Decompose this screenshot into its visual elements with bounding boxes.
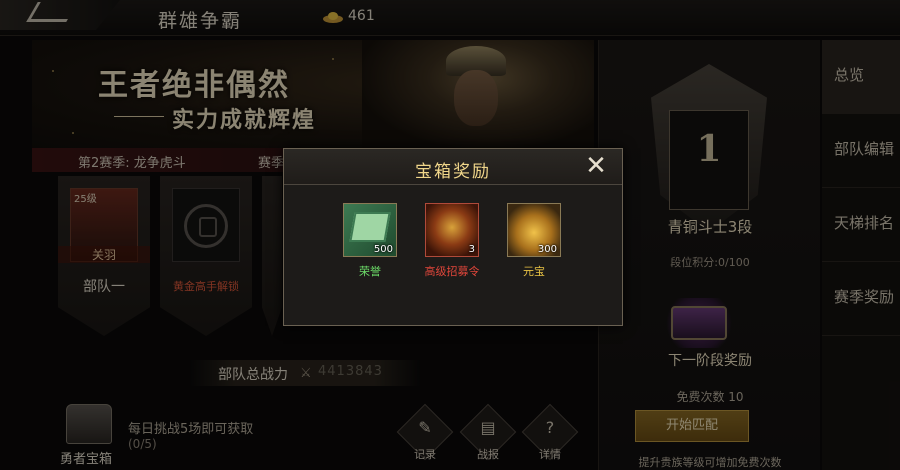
reward-name: 高级招募令 — [424, 265, 480, 278]
reward-name: 荣誉 — [359, 265, 381, 278]
reward-recruit-token[interactable]: 3 — [425, 203, 479, 257]
modal-header: 宝箱奖励 ✕ — [284, 149, 622, 185]
close-icon[interactable]: ✕ — [580, 151, 612, 183]
reward-count: 3 — [468, 244, 475, 255]
honor-book-icon — [349, 212, 391, 242]
reward-name: 元宝 — [523, 265, 545, 278]
chest-reward-modal: 宝箱奖励 ✕ 500 荣誉 3 高级招募令 300 元宝 — [283, 148, 623, 326]
reward-count: 500 — [373, 244, 393, 255]
reward-ingot[interactable]: 300 — [507, 203, 561, 257]
reward-count: 300 — [537, 244, 557, 255]
reward-honor[interactable]: 500 — [343, 203, 397, 257]
modal-title: 宝箱奖励 — [415, 162, 491, 182]
